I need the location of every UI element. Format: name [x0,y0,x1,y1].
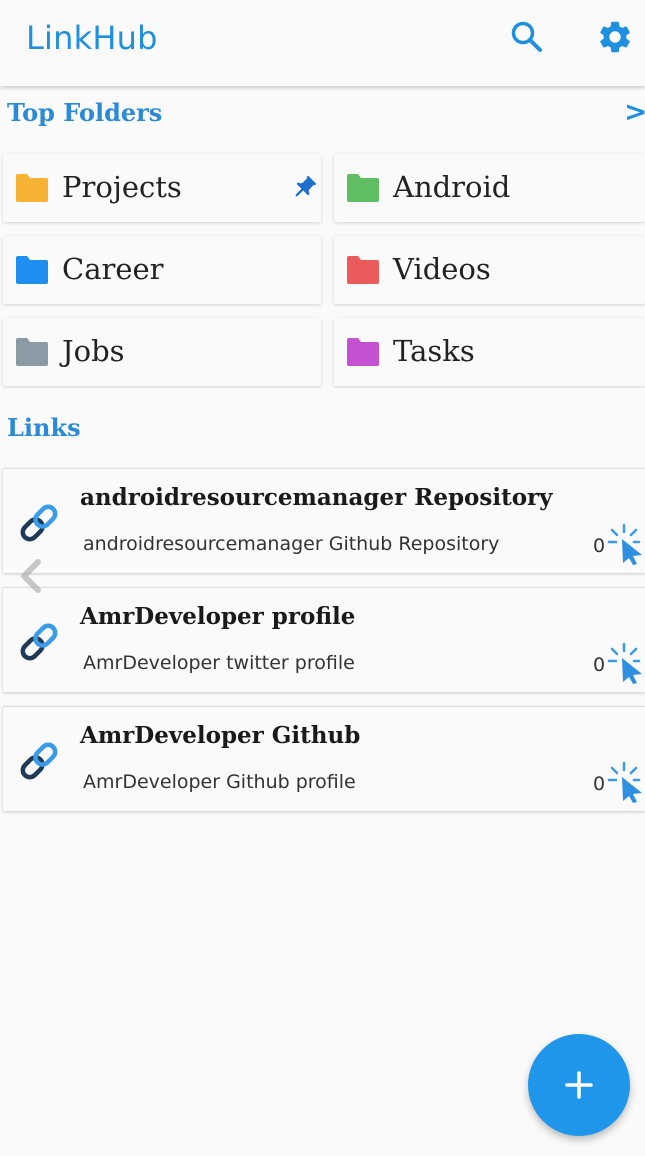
chevron-left-icon[interactable] [14,556,48,596]
link-icon [20,742,58,780]
pin-icon[interactable] [290,174,318,202]
link-description: AmrDeveloper twitter profile [83,652,355,674]
click-count: 0 [593,654,606,676]
folder-card-career[interactable]: Career [3,236,321,304]
top-folders-title: Top Folders [7,98,163,127]
links-title: Links [7,413,81,442]
folder-icon [347,174,379,202]
link-title: AmrDeveloper Github [80,722,361,749]
settings-button[interactable] [591,13,639,61]
folder-label: Android [393,170,511,204]
folder-card-videos[interactable]: Videos [334,236,645,304]
folder-card-jobs[interactable]: Jobs [3,318,321,386]
link-icon [20,623,58,661]
folder-card-tasks[interactable]: Tasks [334,318,645,386]
click-count: 0 [593,535,606,557]
folder-icon [16,256,48,284]
folder-icon [347,338,379,366]
folder-icon [16,174,48,202]
cursor-click-icon [607,523,642,565]
link-card[interactable]: AmrDeveloper Github AmrDeveloper Github … [3,706,645,811]
folder-icon [347,256,379,284]
link-card[interactable]: AmrDeveloper profile AmrDeveloper twitte… [3,587,645,692]
search-button[interactable] [503,13,551,61]
cursor-click-icon [607,761,642,803]
link-title: androidresourcemanager Repository [80,484,553,511]
link-card[interactable]: androidresourcemanager Repository androi… [3,468,645,573]
add-link-button[interactable] [528,1034,630,1136]
folder-card-projects[interactable]: Projects [3,154,321,222]
gear-icon [600,21,630,53]
folder-icon [16,338,48,366]
link-description: AmrDeveloper Github profile [83,771,356,793]
link-description: androidresourcemanager Github Repository [83,533,500,555]
link-title: AmrDeveloper profile [80,603,356,630]
search-icon [511,21,542,52]
chevron-right-icon[interactable]: > [624,95,645,128]
folder-label: Career [62,252,164,286]
plus-icon [565,1071,593,1099]
folder-label: Projects [62,170,182,204]
click-count: 0 [593,773,606,795]
folder-card-android[interactable]: Android [334,154,645,222]
link-icon [20,504,58,542]
folder-label: Tasks [393,334,475,368]
folder-label: Jobs [62,334,125,368]
folder-label: Videos [393,252,491,286]
app-title: LinkHub [26,19,158,57]
cursor-click-icon [607,642,642,684]
app-bar: LinkHub [0,0,645,86]
